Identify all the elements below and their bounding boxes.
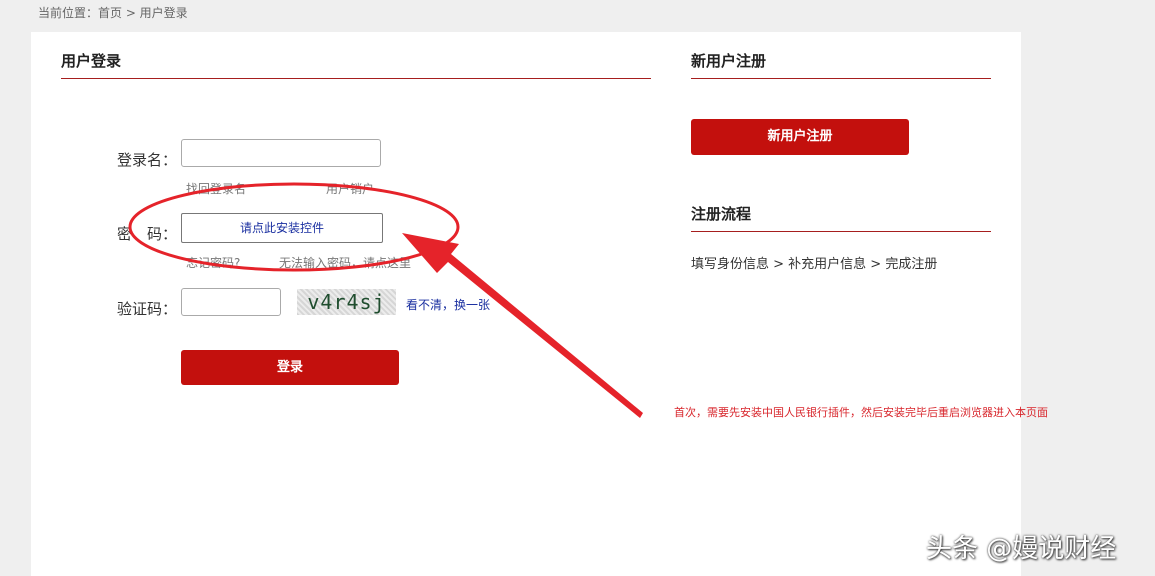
annotation-arrow [402, 233, 643, 418]
annotation-text: 首次，需要先安装中国人民银行插件，然后安装完毕后重启浏览器进入本页面 [674, 406, 1048, 419]
annotation-overlay [128, 182, 643, 418]
watermark: 头条 @嫚说财经 [926, 534, 1117, 564]
highlight-ellipse [128, 182, 460, 272]
